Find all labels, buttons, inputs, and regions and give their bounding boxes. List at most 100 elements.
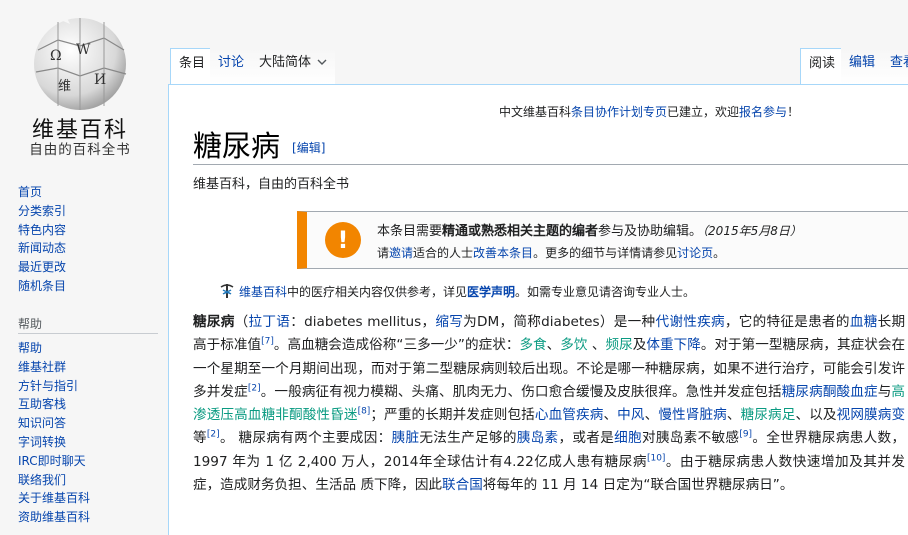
citation[interactable]: [2]: [248, 383, 261, 393]
text: 对胰岛素不敏感: [641, 430, 740, 447]
link-weight-loss[interactable]: 体重下降: [646, 337, 700, 353]
notice-link-signup[interactable]: 报名参与: [739, 105, 787, 119]
citation[interactable]: [10]: [647, 453, 665, 463]
notice-text: 中文维基百科: [499, 105, 572, 119]
tab-read[interactable]: 阅读: [800, 48, 845, 85]
text: 。高血糖会造成俗称“三多一少”的症状：: [273, 337, 520, 354]
text: 等: [193, 430, 207, 447]
notice-text: 参与及协助编辑。: [598, 224, 703, 239]
notice-link-project[interactable]: 条目协作计划专页: [571, 105, 667, 119]
link-united-nations[interactable]: 联合国: [442, 477, 483, 493]
text: 及: [632, 337, 647, 354]
globe-glyph: И: [94, 72, 106, 88]
article-content: 中文维基百科条目协作计划专页已建立，欢迎报名参与！ 糖尿病 [编辑] 维基百科，自…: [168, 84, 908, 535]
expert-needed-notice: ! 本条目需要精通或熟悉相关主题的编者参与及协助编辑。（2015年5月8日） 请…: [297, 211, 908, 269]
link-polydipsia[interactable]: 多饮: [560, 337, 587, 353]
notice-line-1: 本条目需要精通或熟悉相关主题的编者参与及协助编辑。（2015年5月8日）: [377, 220, 802, 239]
wikipedia-globe-logo[interactable]: Ω W 维 И: [28, 10, 132, 114]
talk-page-link[interactable]: 讨论页: [677, 246, 713, 260]
help-menu: 帮助 维基社群 方针与指引 互助客栈 知识问答 字词转换 IRC即时聊天 联络我…: [18, 339, 90, 527]
edit-section-link[interactable]: [编辑]: [292, 141, 325, 155]
text: 无法生产足够的: [419, 430, 517, 447]
tab-article[interactable]: 条目: [170, 48, 215, 85]
text: 与: [877, 383, 892, 400]
nav-item-reference-desk[interactable]: 知识问答: [18, 414, 90, 433]
tab-edit[interactable]: 编辑: [841, 48, 884, 84]
text: 、: [644, 407, 659, 424]
link-metabolic-disease[interactable]: 代谢性疾病: [655, 314, 724, 330]
link-polyuria[interactable]: 频尿: [606, 337, 633, 353]
nav-item-donate[interactable]: 资助维基百科: [18, 508, 90, 527]
nav-item-policies[interactable]: 方针与指引: [18, 377, 90, 396]
text: ：diabetes mellitus，: [290, 314, 436, 330]
nav-item-variant-conversion[interactable]: 字词转换: [18, 433, 90, 452]
notice-text: 。更多的细节与详情请参见: [533, 246, 678, 260]
nav-item-recent-changes[interactable]: 最近更改: [18, 258, 66, 277]
citation[interactable]: [9]: [739, 430, 752, 440]
text: ，它的特征是患者的: [724, 314, 850, 330]
variant-dropdown[interactable]: 大陆简体: [251, 48, 336, 84]
link-cell[interactable]: 细胞: [614, 430, 642, 446]
text: 。 糖尿病有两个主要成因：: [219, 430, 392, 447]
logo-subtitle: 自由的百科全书: [29, 142, 131, 158]
text: 、: [603, 407, 618, 424]
notice-emphasis: 精通或熟悉相关主题的编者: [442, 224, 599, 239]
notice-text: 已建立，欢迎: [667, 105, 740, 119]
link-diabetic-foot[interactable]: 糖尿病足: [741, 407, 796, 423]
link-pancreas[interactable]: 胰脏: [392, 430, 420, 446]
page-title-row: 糖尿病 [编辑]: [193, 123, 325, 165]
link-chronic-kidney-disease[interactable]: 慢性肾脏病: [658, 407, 727, 423]
text: 为DM，简称diabetes）是一种: [463, 314, 656, 330]
tab-talk[interactable]: 讨论: [210, 48, 253, 84]
link-insulin[interactable]: 胰岛素: [517, 430, 559, 446]
link-latin[interactable]: 拉丁语: [249, 314, 291, 330]
wikipedia-link[interactable]: 维基百科: [239, 285, 287, 299]
medical-caduceus-icon: [220, 284, 234, 298]
divider: [18, 333, 158, 334]
citation[interactable]: [8]: [358, 407, 371, 417]
link-stroke[interactable]: 中风: [617, 407, 644, 423]
nav-item-featured-content[interactable]: 特色内容: [18, 221, 66, 240]
text: ，或者是: [558, 430, 615, 447]
tabs-bar: 条目 讨论 大陆简体 阅读 编辑 查看: [168, 0, 908, 85]
nav-item-main-page[interactable]: 首页: [18, 183, 66, 202]
sidebar: Ω W 维 И 维基百科 自由的百科全书 首页 分类索引 特色内容 新闻动态 最…: [0, 0, 168, 534]
nav-item-irc-chat[interactable]: IRC即时聊天: [18, 452, 90, 471]
link-ketoacidosis[interactable]: 糖尿病酮酸血症: [782, 384, 878, 400]
nav-item-about[interactable]: 关于维基百科: [18, 489, 90, 508]
notice-text: 适合的人士: [413, 246, 474, 260]
link-retinopathy[interactable]: 视网膜病变: [837, 407, 905, 423]
page-title: 糖尿病: [193, 129, 281, 163]
nav-item-news[interactable]: 新闻动态: [18, 239, 66, 258]
invite-link[interactable]: 邀请: [389, 246, 413, 260]
nav-item-village-pump[interactable]: 互助客栈: [18, 395, 90, 414]
notice-text: 本条目需要: [377, 224, 443, 239]
text: 将每年的 11 月 14 日定为“联合国世界糖尿病日”。: [482, 477, 794, 494]
nav-item-random-article[interactable]: 随机条目: [18, 277, 66, 296]
disclaimer-text: 。如需专业意见请咨询专业人士。: [515, 285, 696, 299]
tab-history[interactable]: 查看: [882, 48, 908, 84]
nav-item-help[interactable]: 帮助: [18, 339, 90, 358]
notice-text: 请: [377, 246, 390, 260]
globe-glyph: Ω: [50, 48, 62, 64]
disclaimer-text: 中的医疗相关内容仅供参考，详见: [287, 285, 468, 299]
citation[interactable]: [7]: [261, 337, 274, 347]
variant-label: 大陆简体: [259, 55, 312, 70]
text: ；严重的长期并发症则包括: [370, 407, 535, 424]
medical-disclaimer-link[interactable]: 医学声明: [467, 285, 515, 299]
warning-icon: !: [325, 222, 361, 258]
link-blood-sugar[interactable]: 血糖: [850, 314, 878, 330]
nav-item-category-index[interactable]: 分类索引: [18, 202, 66, 221]
nav-item-community[interactable]: 维基社群: [18, 358, 90, 377]
text: 、: [726, 407, 741, 424]
link-cardiovascular-disease[interactable]: 心血管疾病: [535, 407, 604, 423]
citation[interactable]: [2]: [207, 430, 220, 440]
improve-article-link[interactable]: 改善本条目: [473, 246, 533, 260]
notice-date: （2015年5月8日）: [702, 224, 802, 238]
link-polyphagia[interactable]: 多食: [519, 337, 546, 353]
globe-glyph: W: [76, 42, 91, 58]
text: 。一般病征有视力模糊、头痛、肌肉无力、伤口愈合缓慢及皮肤很痒。急性并发症包括: [260, 383, 782, 400]
link-abbreviation[interactable]: 缩写: [435, 314, 463, 330]
nav-item-contact[interactable]: 联络我们: [18, 471, 90, 490]
text: 、: [587, 337, 606, 354]
